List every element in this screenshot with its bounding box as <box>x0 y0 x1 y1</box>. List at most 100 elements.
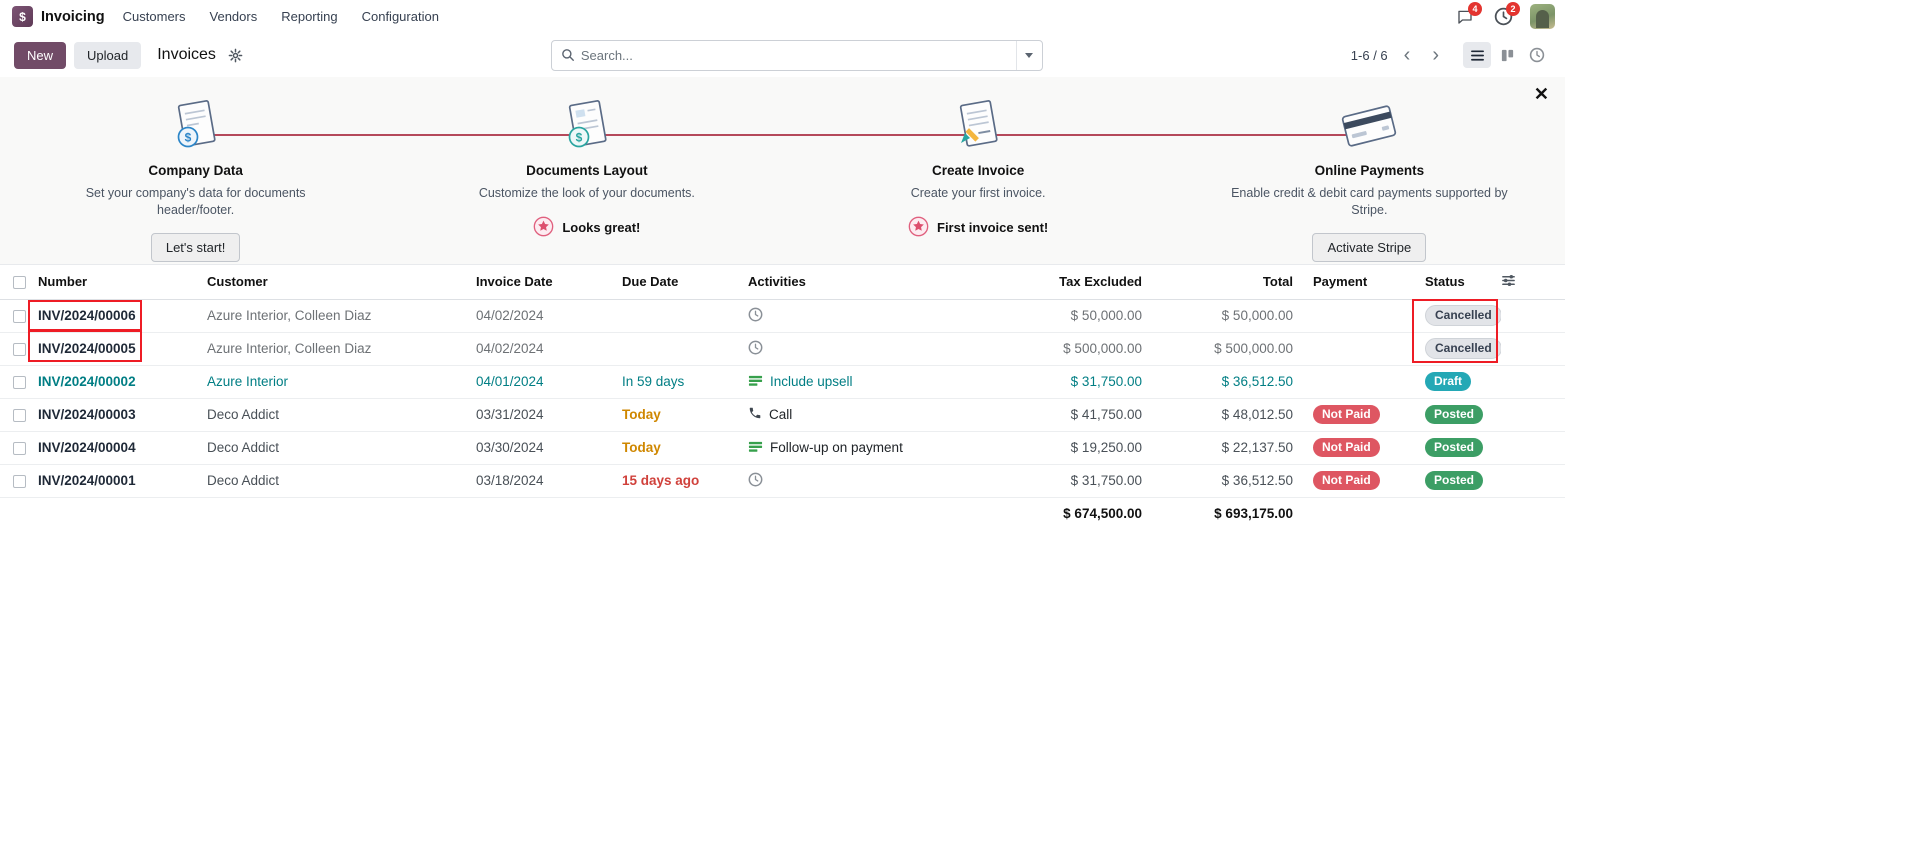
status-badge: Posted <box>1425 404 1484 425</box>
activity-view-button[interactable] <box>1523 42 1551 68</box>
total-amount: $ 36,512.50 <box>1150 365 1301 399</box>
kanban-view-button[interactable] <box>1493 42 1521 68</box>
due-date: In 59 days <box>622 365 748 399</box>
payment-badge: Not Paid <box>1313 404 1380 425</box>
activity-followup-icon[interactable] <box>748 439 763 457</box>
column-header-activities[interactable]: Activities <box>748 265 1030 300</box>
menu-reporting[interactable]: Reporting <box>281 9 337 24</box>
activity-upsell-icon[interactable] <box>748 373 763 391</box>
pager-range: 1-6 / 6 <box>1350 47 1388 63</box>
upload-button[interactable]: Upload <box>74 41 142 69</box>
onboarding-step-description: Create your first invoice. <box>910 186 1046 200</box>
total-amount: $ 48,012.50 <box>1150 398 1301 432</box>
search-input[interactable] <box>580 47 1016 63</box>
activities-icon[interactable]: 2 <box>1492 1 1520 28</box>
table-row[interactable]: INV/2024/00002 Azure Interior 04/01/2024… <box>0 365 1565 399</box>
invoice-date: 03/30/2024 <box>476 431 622 465</box>
pager-next-button[interactable]: › <box>1426 45 1445 65</box>
activity-clock-icon[interactable] <box>748 472 763 490</box>
onboarding-step-create-invoice: Create Invoice Create your first invoice… <box>783 77 1174 264</box>
layout-document-icon: $ <box>556 93 618 159</box>
app-switcher[interactable]: $ Invoicing <box>12 6 105 27</box>
activity-label[interactable]: Include upsell <box>770 374 853 389</box>
list-view-button[interactable] <box>1463 42 1491 68</box>
row-checkbox[interactable] <box>12 441 26 455</box>
status-badge: Draft <box>1425 371 1472 392</box>
lets-start-button[interactable]: Let's start! <box>150 232 241 262</box>
column-header-invoice-date[interactable]: Invoice Date <box>476 265 622 300</box>
onboarding-step-title: Company Data <box>148 163 243 178</box>
menu-vendors[interactable]: Vendors <box>210 9 258 24</box>
menu-customers[interactable]: Customers <box>123 9 186 24</box>
activity-label[interactable]: Follow-up on payment <box>770 440 903 455</box>
invoice-number: INV/2024/00004 <box>38 440 136 455</box>
select-all-checkbox[interactable] <box>12 276 26 290</box>
column-header-customer[interactable]: Customer <box>207 265 476 300</box>
column-header-tax-excluded[interactable]: Tax Excluded <box>1030 265 1150 300</box>
row-checkbox[interactable] <box>12 408 26 422</box>
app-window: $ Invoicing Customers Vendors Reporting … <box>0 0 1565 530</box>
search-options-toggle[interactable] <box>1015 40 1042 70</box>
breadcrumb-gear-icon[interactable] <box>228 48 243 63</box>
row-checkbox[interactable] <box>12 309 26 323</box>
onboarding-step-title: Create Invoice <box>931 163 1025 178</box>
invoice-date: 04/02/2024 <box>476 332 622 366</box>
invoicing-app-icon: $ <box>12 6 33 27</box>
grand-total: $ 693,175.00 <box>1214 506 1293 522</box>
column-header-due-date[interactable]: Due Date <box>622 265 748 300</box>
column-header-number[interactable]: Number <box>38 265 207 300</box>
invoice-number: INV/2024/00006 <box>38 308 136 323</box>
column-header-status[interactable]: Status <box>1413 265 1501 300</box>
table-row[interactable]: INV/2024/00003 Deco Addict 03/31/2024 To… <box>0 398 1565 432</box>
total-amount: $ 50,000.00 <box>1150 299 1301 333</box>
row-checkbox[interactable] <box>12 342 26 356</box>
tax-excluded-amount: $ 500,000.00 <box>1030 332 1150 366</box>
pager-previous-button[interactable]: ‹ <box>1398 45 1417 65</box>
systray: 4 2 <box>1454 1 1555 29</box>
svg-text:$: $ <box>184 131 191 145</box>
onboarding-step-title: Documents Layout <box>526 163 648 178</box>
messages-icon[interactable]: 4 <box>1454 1 1482 28</box>
invoice-document-icon <box>947 93 1009 159</box>
table-row[interactable]: INV/2024/00001 Deco Addict 03/18/2024 15… <box>0 464 1565 498</box>
onboarding-done-label: First invoice sent! <box>937 220 1049 236</box>
table-row[interactable]: INV/2024/00004 Deco Addict 03/30/2024 To… <box>0 431 1565 465</box>
tax-excluded-amount: $ 41,750.00 <box>1030 398 1150 432</box>
column-header-payment[interactable]: Payment <box>1301 265 1413 300</box>
menu-configuration[interactable]: Configuration <box>362 9 439 24</box>
activity-label[interactable]: Call <box>769 407 792 422</box>
invoice-date: 03/31/2024 <box>476 398 622 432</box>
credit-card-icon <box>1333 93 1405 159</box>
onboarding-step-online-payments: Online Payments Enable credit & debit ca… <box>1174 77 1565 264</box>
optional-columns-icon[interactable] <box>1501 274 1516 291</box>
svg-text:$: $ <box>576 131 583 145</box>
activate-stripe-button[interactable]: Activate Stripe <box>1312 232 1427 262</box>
onboarding-step-company-data: $ Company Data Set your company's data f… <box>0 77 391 264</box>
activity-phone-icon[interactable] <box>748 406 762 423</box>
invoice-number: INV/2024/00002 <box>38 374 136 389</box>
tax-excluded-amount: $ 19,250.00 <box>1030 431 1150 465</box>
view-switcher <box>1463 42 1551 68</box>
main-menu: Customers Vendors Reporting Configuratio… <box>123 9 439 24</box>
search-bar <box>550 39 1043 71</box>
customer-name: Azure Interior, Colleen Diaz <box>207 332 476 366</box>
tax-excluded-amount: $ 31,750.00 <box>1030 365 1150 399</box>
onboarding-step-title: Online Payments <box>1314 163 1425 178</box>
table-row[interactable]: INV/2024/00005 Azure Interior, Colleen D… <box>0 332 1565 366</box>
new-button[interactable]: New <box>14 41 67 69</box>
due-date: Today <box>622 407 661 422</box>
column-header-total[interactable]: Total <box>1150 265 1301 300</box>
table-totals-row: $ 674,500.00 $ 693,175.00 <box>0 497 1565 530</box>
user-avatar[interactable] <box>1530 4 1555 29</box>
tax-excluded-amount: $ 50,000.00 <box>1030 299 1150 333</box>
company-document-icon: $ <box>165 93 227 159</box>
customer-name: Deco Addict <box>207 431 476 465</box>
payment-badge: Not Paid <box>1313 437 1380 458</box>
invoice-date: 03/18/2024 <box>476 464 622 498</box>
messages-badge: 4 <box>1468 1 1482 16</box>
activity-clock-icon[interactable] <box>748 340 763 358</box>
row-checkbox[interactable] <box>12 375 26 389</box>
table-row[interactable]: INV/2024/00006 Azure Interior, Colleen D… <box>0 299 1565 333</box>
row-checkbox[interactable] <box>12 474 26 488</box>
activity-clock-icon[interactable] <box>748 307 763 325</box>
